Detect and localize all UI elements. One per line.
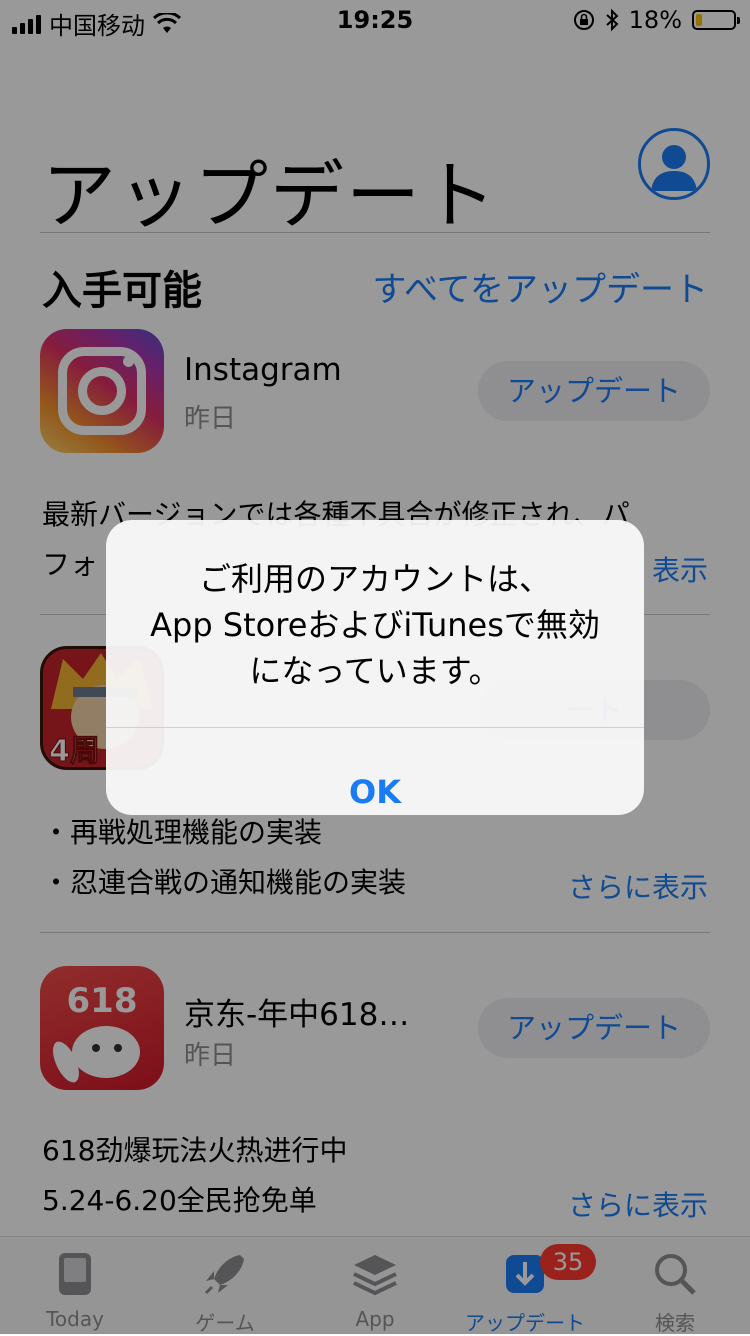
- alert-dialog: ご利用のアカウントは、 App StoreおよびiTunesで無効 になっていま…: [106, 520, 644, 815]
- updates-page: 中国移动 19:25 18% アップデート 入手可能 すべてをアップデート In…: [0, 0, 750, 1335]
- ok-button[interactable]: OK: [106, 728, 644, 815]
- alert-message: ご利用のアカウントは、 App StoreおよびiTunesで無効 になっていま…: [150, 560, 600, 690]
